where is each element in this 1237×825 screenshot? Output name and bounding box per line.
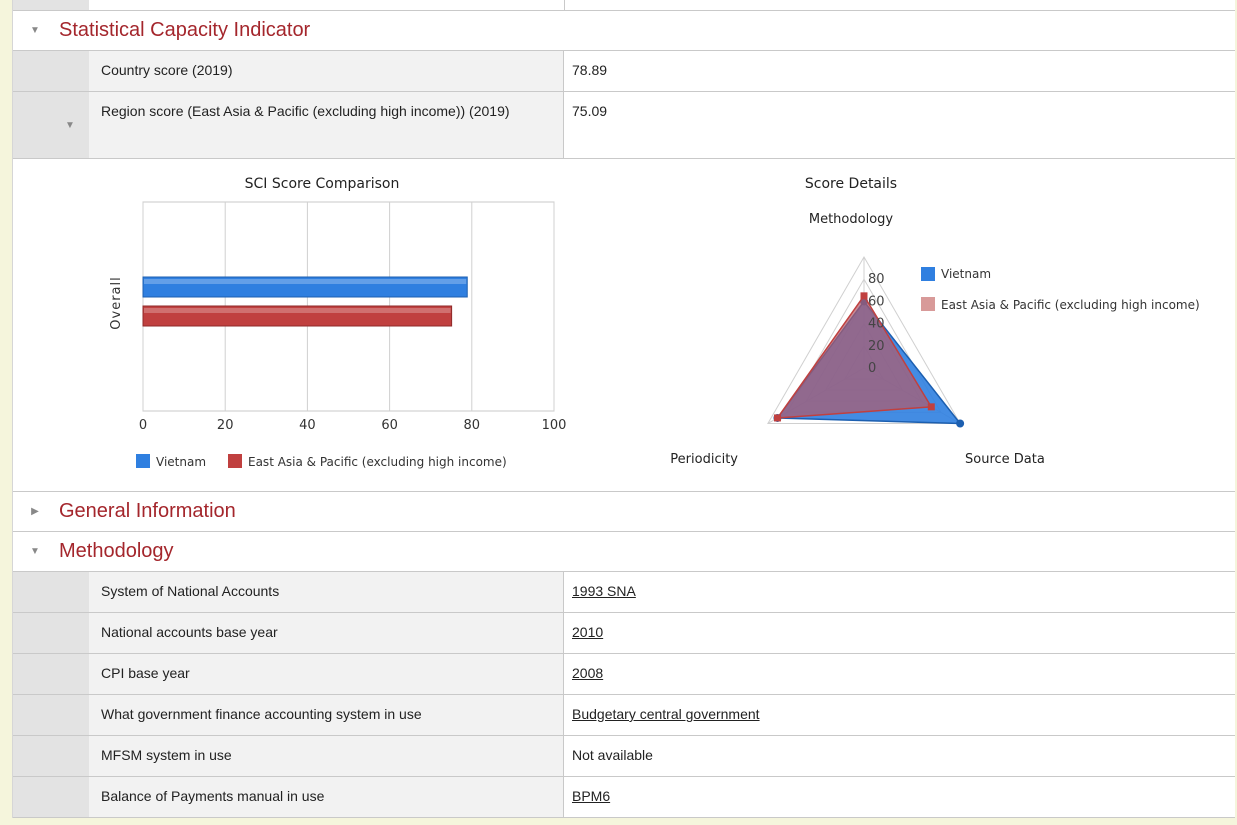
row-gutter: [13, 572, 89, 612]
row-label: What government finance accounting syste…: [89, 695, 564, 735]
x-tick-label: 0: [139, 418, 147, 433]
report-panel: ▼ Statistical Capacity Indicator Country…: [12, 0, 1235, 818]
radar-axis-label-methodology: Methodology: [809, 212, 894, 227]
radar-axis-label-periodicity: Periodicity: [670, 452, 738, 467]
row-value: 75.09: [572, 103, 608, 119]
section-header-general[interactable]: ▶ General Information: [13, 492, 1235, 532]
previous-row-fragment: [13, 0, 1235, 11]
radar-point: [773, 414, 781, 422]
legend-swatch-vietnam: [136, 454, 150, 468]
row-gutter: [13, 613, 89, 653]
row-label: MFSM system in use: [89, 736, 564, 776]
radar-legend: Vietnam East Asia & Pacific (excluding h…: [921, 267, 1200, 312]
collapse-triangle-icon[interactable]: ▼: [65, 120, 75, 131]
radar-series: [773, 292, 965, 428]
bar-highlight: [144, 308, 451, 313]
methodology-row: Balance of Payments manual in use BPM6: [13, 777, 1235, 818]
row-label: Country score (2019): [89, 51, 564, 91]
charts-svg: SCI Score Comparison Overall 0 20 40 60 80 10…: [109, 176, 1200, 469]
x-tick-label: 100: [542, 418, 567, 433]
section-title: General Information: [59, 500, 236, 522]
row-label: System of National Accounts: [89, 572, 564, 612]
x-tick-label: 60: [381, 418, 398, 433]
legend-label-region: East Asia & Pacific (excluding high inco…: [941, 298, 1200, 312]
methodology-row: National accounts base year 2010: [13, 613, 1235, 654]
radar-r-tick-label: 0: [868, 361, 876, 376]
radar-r-tick-label: 40: [868, 317, 885, 332]
bar-chart-title: SCI Score Comparison: [245, 176, 400, 192]
row-gutter: [13, 92, 89, 158]
radar-chart: Score Details 0 20 40 60 80 Methodology Sour…: [670, 176, 1199, 467]
radar-point: [860, 292, 868, 300]
collapse-triangle-icon[interactable]: ▼: [13, 11, 57, 50]
radar-point: [956, 419, 965, 428]
bar-category-label: Overall: [109, 276, 124, 329]
methodology-row: What government finance accounting syste…: [13, 695, 1235, 736]
bar-highlight: [144, 279, 467, 284]
row-gutter: [13, 695, 89, 735]
legend-swatch-region: [921, 297, 935, 311]
row-label: Balance of Payments manual in use: [89, 777, 564, 817]
methodology-row: MFSM system in use Not available: [13, 736, 1235, 777]
x-tick-label: 40: [299, 418, 316, 433]
row-gutter: [13, 736, 89, 776]
charts-area: SCI Score Comparison Overall 0 20 40 60 80 10…: [13, 159, 1235, 492]
legend-label-vietnam: Vietnam: [156, 455, 206, 469]
legend-swatch-region: [228, 454, 242, 468]
section-title: Statistical Capacity Indicator: [59, 19, 311, 41]
row-gutter: [13, 51, 89, 91]
x-tick-label: 20: [217, 418, 234, 433]
collapse-triangle-icon[interactable]: ▼: [13, 532, 57, 571]
bar-legend: Vietnam East Asia & Pacific (excluding h…: [136, 454, 507, 469]
legend-label-region: East Asia & Pacific (excluding high inco…: [248, 455, 507, 469]
section-title: Methodology: [59, 540, 174, 562]
methodology-row: CPI base year 2008: [13, 654, 1235, 695]
row-gutter: [13, 777, 89, 817]
sci-row-country-score: Country score (2019) 78.89: [13, 51, 1235, 92]
bar-x-ticks: 0 20 40 60 80 100: [139, 418, 567, 433]
section-header-sci[interactable]: ▼ Statistical Capacity Indicator: [13, 11, 1235, 51]
legend-label-vietnam: Vietnam: [941, 267, 991, 281]
bar-bars: [142, 276, 468, 327]
row-label: Region score (East Asia & Pacific (exclu…: [89, 92, 564, 158]
radar-chart-title: Score Details: [805, 176, 897, 192]
sci-row-region-score: ▼ Region score (East Asia & Pacific (exc…: [13, 92, 1235, 159]
radar-r-tick-label: 80: [868, 272, 885, 287]
legend-swatch-vietnam: [921, 267, 935, 281]
radar-axis-label-source-data: Source Data: [965, 452, 1045, 467]
methodology-row: System of National Accounts 1993 SNA: [13, 572, 1235, 613]
bar-chart: SCI Score Comparison Overall 0 20 40 60 80 10…: [109, 176, 566, 469]
section-header-methodology[interactable]: ▼ Methodology: [13, 532, 1235, 572]
radar-r-tick-label: 20: [868, 339, 885, 354]
radar-point: [927, 403, 935, 411]
expand-triangle-icon[interactable]: ▶: [13, 492, 57, 531]
row-gutter: [13, 654, 89, 694]
x-tick-label: 80: [464, 418, 481, 433]
radar-r-tick-label: 60: [868, 294, 885, 309]
row-label: National accounts base year: [89, 613, 564, 653]
row-label: CPI base year: [89, 654, 564, 694]
